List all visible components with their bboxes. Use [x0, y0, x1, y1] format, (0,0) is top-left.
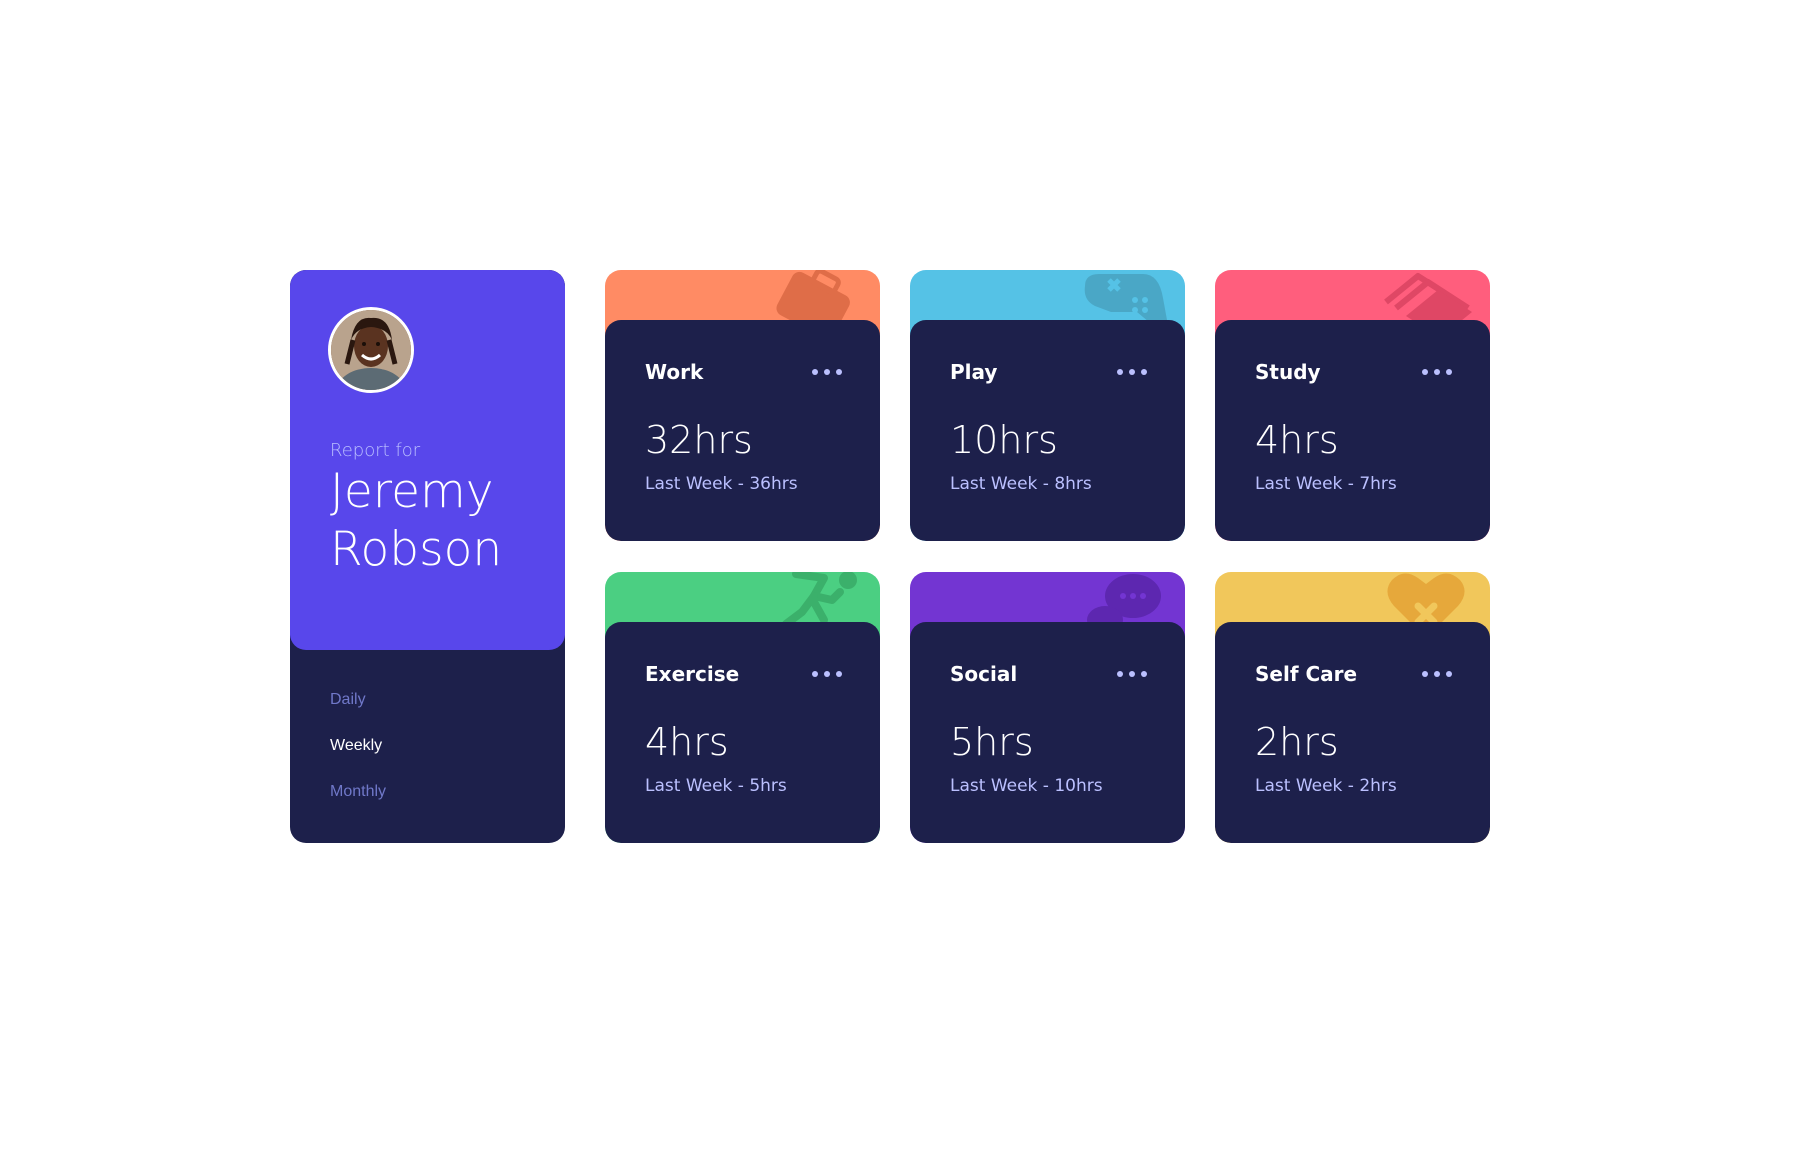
- card-work-current: 32hrs: [645, 418, 753, 462]
- card-work-previous: Last Week - 36hrs: [645, 474, 798, 494]
- avatar: [328, 307, 414, 393]
- profile-header: Report for Jeremy Robson: [290, 270, 565, 650]
- avatar-image: [331, 310, 411, 390]
- card-play-body: Play 10hrs Last Week - 8hrs: [910, 320, 1185, 541]
- card-study-previous: Last Week - 7hrs: [1255, 474, 1397, 494]
- card-self-care: Self Care 2hrs Last Week - 2hrs: [1215, 572, 1490, 843]
- ellipsis-icon[interactable]: [1422, 666, 1452, 680]
- card-exercise-previous: Last Week - 5hrs: [645, 776, 787, 796]
- tracking-dashboard: Report for Jeremy Robson Daily Weekly Mo…: [0, 0, 1782, 1152]
- user-first-name: Jeremy: [330, 464, 494, 519]
- user-name: Jeremy Robson: [330, 463, 550, 579]
- ellipsis-icon[interactable]: [1117, 666, 1147, 680]
- profile-card: Report for Jeremy Robson Daily Weekly Mo…: [290, 270, 565, 843]
- card-play-current: 10hrs: [950, 418, 1058, 462]
- ellipsis-icon[interactable]: [1422, 364, 1452, 378]
- card-play: Play 10hrs Last Week - 8hrs: [910, 270, 1185, 541]
- period-monthly[interactable]: Monthly: [330, 782, 386, 802]
- ellipsis-icon[interactable]: [812, 666, 842, 680]
- card-self-care-title: Self Care: [1255, 662, 1358, 686]
- card-study-title: Study: [1255, 360, 1321, 384]
- period-selector: Daily Weekly Monthly: [330, 690, 386, 828]
- card-work-body: Work 32hrs Last Week - 36hrs: [605, 320, 880, 541]
- card-exercise-body: Exercise 4hrs Last Week - 5hrs: [605, 622, 880, 843]
- card-social-title: Social: [950, 662, 1018, 686]
- card-study-body: Study 4hrs Last Week - 7hrs: [1215, 320, 1490, 541]
- report-for-label: Report for: [330, 440, 421, 461]
- card-self-care-current: 2hrs: [1255, 720, 1339, 764]
- card-study-current: 4hrs: [1255, 418, 1339, 462]
- card-exercise: Exercise 4hrs Last Week - 5hrs: [605, 572, 880, 843]
- card-social: Social 5hrs Last Week - 10hrs: [910, 572, 1185, 843]
- card-play-previous: Last Week - 8hrs: [950, 474, 1092, 494]
- card-study: Study 4hrs Last Week - 7hrs: [1215, 270, 1490, 541]
- card-work-title: Work: [645, 360, 704, 384]
- user-last-name: Robson: [330, 522, 503, 577]
- card-exercise-title: Exercise: [645, 662, 740, 686]
- card-social-body: Social 5hrs Last Week - 10hrs: [910, 622, 1185, 843]
- period-daily[interactable]: Daily: [330, 690, 386, 710]
- card-self-care-body: Self Care 2hrs Last Week - 2hrs: [1215, 622, 1490, 843]
- card-play-title: Play: [950, 360, 998, 384]
- card-work: Work 32hrs Last Week - 36hrs: [605, 270, 880, 541]
- ellipsis-icon[interactable]: [812, 364, 842, 378]
- card-social-current: 5hrs: [950, 720, 1034, 764]
- card-self-care-previous: Last Week - 2hrs: [1255, 776, 1397, 796]
- period-weekly[interactable]: Weekly: [330, 736, 386, 756]
- card-social-previous: Last Week - 10hrs: [950, 776, 1103, 796]
- ellipsis-icon[interactable]: [1117, 364, 1147, 378]
- card-exercise-current: 4hrs: [645, 720, 729, 764]
